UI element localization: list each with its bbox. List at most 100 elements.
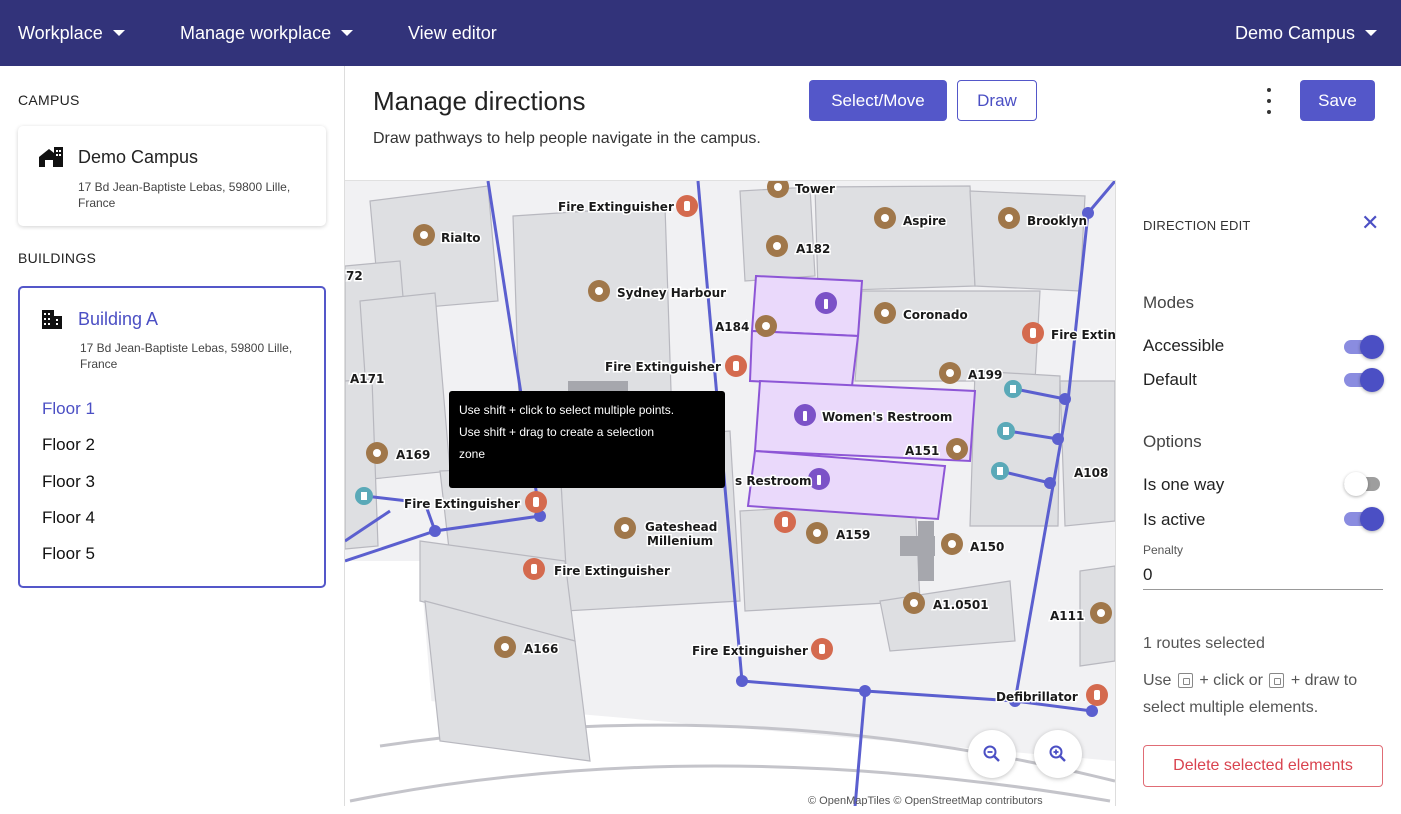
select-move-button[interactable]: Select/Move [809,80,947,121]
default-toggle[interactable] [1344,368,1384,392]
building-address: 17 Bd Jean-Baptiste Lebas, 59800 Lille, … [80,341,293,371]
penalty-input[interactable] [1143,560,1383,590]
panel-title: DIRECTION EDIT [1143,218,1251,233]
selection-help-text: Use + click or + draw to select multiple… [1143,667,1388,721]
page-title: Manage directions [373,86,586,116]
map-label: Fire Extinguisher [558,200,674,214]
map-label: A151 [905,444,939,458]
manage-workplace-menu[interactable]: Manage workplace [180,22,354,44]
caret-down-icon [112,30,125,36]
floor-item-5[interactable]: Floor 5 [42,544,95,564]
map-label: s Restroom [735,474,812,488]
map-label: A166 [524,642,558,656]
map-label: Fire Extinguisher [605,360,721,374]
map-label: A171 [350,372,384,386]
option-one-way-label: Is one way [1143,475,1225,494]
active-toggle[interactable] [1344,507,1384,531]
map-label: Fire Extin [1051,328,1115,342]
workplace-menu-label: Workplace [18,22,103,43]
campus-selector[interactable]: Demo Campus [1235,23,1377,44]
campus-building-icon [39,147,63,167]
zoom-out-icon [983,745,1000,762]
map-label: A184 [715,320,749,334]
accessible-toggle[interactable] [1344,335,1384,359]
campus-section-label: CAMPUS [18,92,80,108]
buildings-section-label: BUILDINGS [18,250,97,266]
zoom-in-button[interactable] [1034,730,1082,778]
sidebar: CAMPUS Demo Campus 17 Bd Jean-Baptiste L… [0,66,345,814]
map-label: 72 [346,269,363,283]
bottom-edge [0,806,1401,814]
building-name: Building A [78,308,159,329]
zoom-out-button[interactable] [968,730,1016,778]
map-label: Aspire [903,214,946,228]
floor-item-2[interactable]: Floor 2 [42,435,95,455]
close-icon[interactable]: ✕ [1361,210,1379,236]
map-label: Fire Extinguisher [404,497,520,511]
campus-selector-label: Demo Campus [1234,22,1355,43]
map-label: Defibrillator [996,690,1078,704]
map-label: Sydney Harbour [617,286,726,300]
floor-map[interactable]: Tower Aspire Brooklyn Rialto Fire Exting… [345,180,1115,806]
modes-heading: Modes [1143,293,1195,312]
map-label: Women's Restroom [822,410,952,424]
workplace-menu[interactable]: Workplace [18,23,125,44]
caret-down-icon [341,30,354,36]
manage-workplace-menu-label: Manage workplace [180,22,332,43]
map-label: Fire Extinguisher [692,644,808,658]
map-label: A150 [970,540,1004,554]
map-label: Tower [795,182,835,196]
floor-item-1[interactable]: Floor 1 [42,399,95,419]
help-text-part: + draw [1290,672,1340,689]
map-label: Fire Extinguisher [554,564,670,578]
help-text-part: + click or [1199,672,1263,689]
map-label: Rialto [441,231,481,245]
building-title-row: Building A [40,308,158,330]
map-label: Coronado [903,308,968,322]
map-label: A1.0501 [933,598,989,612]
map-label: A111 [1050,609,1084,623]
map-label: A182 [796,242,830,256]
option-active-label: Is active [1143,510,1206,529]
options-heading: Options [1143,432,1202,451]
map-label: Millenium [647,534,713,548]
mode-accessible-label: Accessible [1143,336,1225,355]
campus-name: Demo Campus [78,146,199,167]
more-options-icon[interactable] [1262,88,1276,114]
map-label: A199 [968,368,1002,382]
zoom-in-icon [1049,745,1066,762]
penalty-label: Penalty [1143,543,1184,557]
tooltip-line: zone [459,447,486,461]
save-button[interactable]: Save [1300,80,1375,121]
campus-title-row: Demo Campus [38,146,198,168]
shift-key-icon [1269,673,1285,689]
map-label: Gateshead [645,520,717,534]
building-icon [42,310,62,329]
tooltip-line: Use shift + drag to create a selection [459,425,655,439]
map-label: A159 [836,528,870,542]
floor-item-3[interactable]: Floor 3 [42,472,95,492]
building-card[interactable]: Building A 17 Bd Jean-Baptiste Lebas, 59… [18,286,326,588]
campus-address: 17 Bd Jean-Baptiste Lebas, 59800 Lille, … [78,180,291,210]
campus-card[interactable]: Demo Campus 17 Bd Jean-Baptiste Lebas, 5… [18,126,326,226]
map-label: A108 [1074,466,1108,480]
map-label: A169 [396,448,430,462]
routes-selected-text: 1 routes selected [1143,635,1265,652]
floor-map-drawing[interactable]: Tower Aspire Brooklyn Rialto Fire Exting… [345,181,1115,806]
floor-item-4[interactable]: Floor 4 [42,508,95,528]
view-editor-label: View editor [408,22,497,43]
shift-key-icon [1177,673,1193,689]
view-editor-link[interactable]: View editor [408,23,497,44]
top-nav: Workplace Manage workplace View editor D… [0,0,1401,66]
selection-tooltip: Use shift + click to select multiple poi… [449,391,725,488]
direction-edit-panel: DIRECTION EDIT ✕ Modes Accessible Defaul… [1115,180,1401,806]
help-text-part: Use [1143,672,1172,689]
map-label: Brooklyn [1027,214,1087,228]
delete-selected-button[interactable]: Delete selected elements [1143,745,1383,787]
page-subtitle: Draw pathways to help people navigate in… [373,130,761,147]
mode-default-label: Default [1143,370,1197,389]
caret-down-icon [1365,30,1377,36]
draw-button[interactable]: Draw [957,80,1037,121]
tooltip-line: Use shift + click to select multiple poi… [459,403,675,417]
one-way-toggle[interactable] [1344,472,1384,496]
